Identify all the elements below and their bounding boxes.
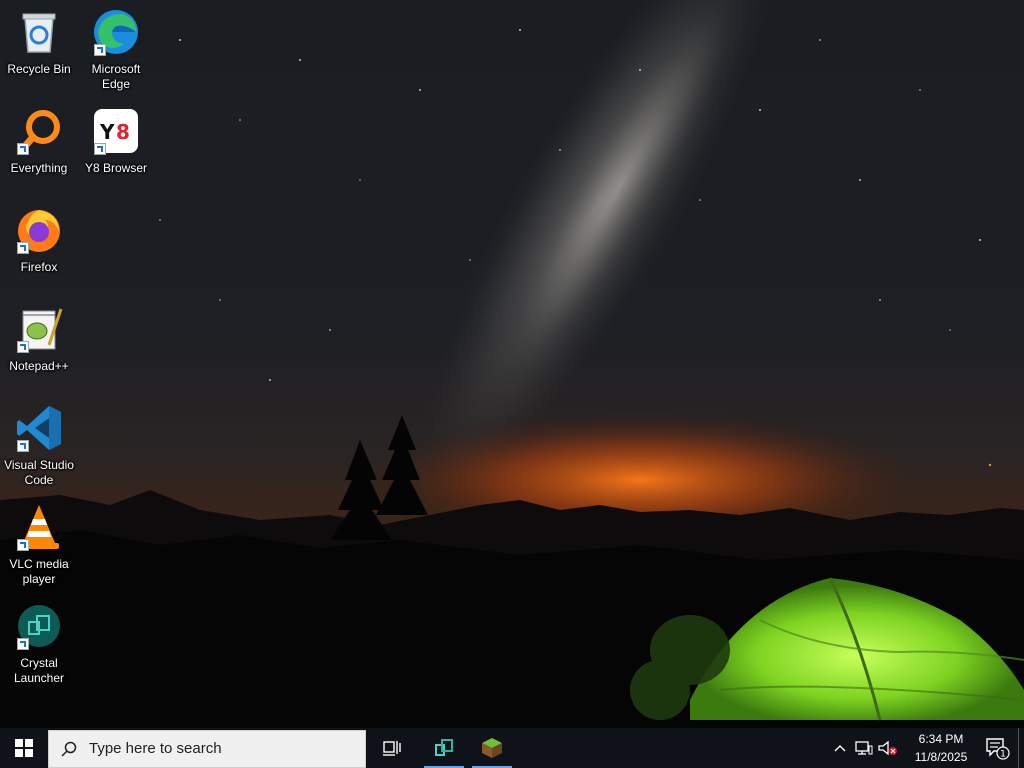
desktop-icon-crystal-launcher[interactable]: Crystal Launcher [1,600,77,686]
search-icon [49,741,89,757]
shortcut-arrow-icon [94,44,106,56]
task-view-icon [383,741,401,756]
clock-date: 11/8/2025 [914,750,968,764]
show-desktop-button[interactable] [1018,728,1024,768]
shortcut-arrow-icon [17,341,29,353]
windows-logo-icon [15,739,33,757]
desktop-icon-label: Everything [10,161,68,175]
desktop-icon-firefox[interactable]: Firefox [1,204,77,275]
action-center-button[interactable]: 1 [978,728,1018,768]
crystal-launcher-icon [435,739,453,756]
notepad-plus-plus-icon [13,303,65,355]
vscode-icon [13,402,65,454]
taskbar-app-crystal-launcher[interactable] [424,728,464,768]
desktop-icon-vscode[interactable]: Visual Studio Code [1,402,77,488]
desktop-icon-label: Notepad++ [9,359,69,373]
desktop-icon-label: Y8 Browser [84,161,148,175]
start-button[interactable] [0,728,48,768]
desktop-icon-recycle-bin[interactable]: Recycle Bin [1,6,77,77]
desktop-icon-notepad-plus-plus[interactable]: Notepad++ [1,303,77,374]
network-icon [855,741,873,755]
desktop-icon-label: Microsoft Edge [91,62,141,91]
system-tray: 6:34 PM 11/8/2025 1 [828,728,1024,768]
task-view-button[interactable] [368,728,416,768]
taskbar-clock[interactable]: 6:34 PM 11/8/2025 [906,730,976,766]
desktop-icon-vlc[interactable]: VLC media player [1,501,77,587]
shortcut-arrow-icon [17,143,29,155]
desktop-icon-label: Firefox [20,260,58,274]
taskbar: Type here to search 6:34 PM 11/8/2025 1 [0,728,1024,768]
network-button[interactable] [852,728,876,768]
edge-icon [90,6,142,58]
svg-text:Y: Y [99,120,115,144]
firefox-icon [13,204,65,256]
desktop-icon-y8-browser[interactable]: Y 8 Y8 Browser [78,105,154,176]
vlc-icon [13,501,65,553]
shortcut-arrow-icon [94,143,106,155]
notification-icon: 1 [986,738,1010,760]
shortcut-arrow-icon [17,539,29,551]
desktop-icon-edge[interactable]: Microsoft Edge [78,6,154,92]
desktop-icon-everything[interactable]: Everything [1,105,77,176]
shortcut-arrow-icon [17,242,29,254]
shortcut-arrow-icon [17,440,29,452]
svg-text:8: 8 [116,120,130,144]
desktop-icon-label: VLC media player [9,557,69,586]
recycle-bin-icon [13,6,65,58]
minecraft-grass-block-icon [482,738,502,758]
everything-search-icon [13,105,65,157]
taskbar-app-minecraft[interactable] [472,728,512,768]
crystal-launcher-icon [13,600,65,652]
desktop-icon-label: Crystal Launcher [13,656,65,685]
desktop-icon-label: Visual Studio Code [4,458,74,487]
notification-count: 1 [1000,750,1006,760]
y8-browser-icon: Y 8 [90,105,142,157]
shortcut-arrow-icon [17,638,29,650]
search-placeholder: Type here to search [89,740,222,757]
volume-button[interactable] [876,728,900,768]
volume-muted-icon [878,740,897,756]
clock-time: 6:34 PM [918,732,964,746]
chevron-up-icon [834,745,846,752]
desktop-icon-label: Recycle Bin [7,62,71,76]
show-hidden-icons-button[interactable] [828,728,852,768]
taskbar-search-box[interactable]: Type here to search [48,729,366,768]
